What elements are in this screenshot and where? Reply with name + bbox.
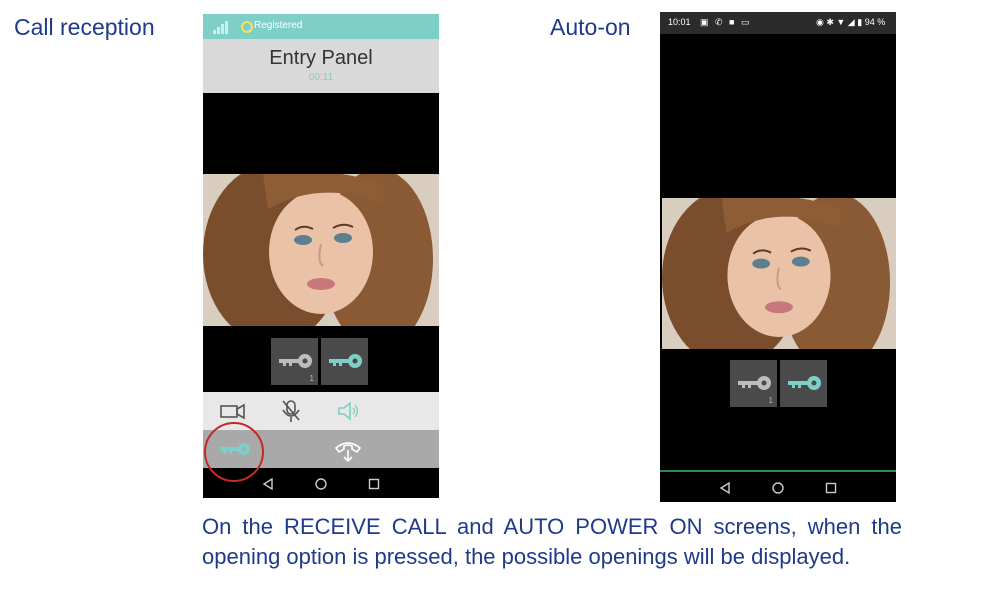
recents-icon[interactable]	[367, 477, 381, 491]
key-icon	[738, 376, 771, 390]
status-bar: Registered	[203, 14, 439, 39]
door-number: 1	[309, 374, 314, 383]
door-2-button[interactable]	[321, 338, 368, 385]
registration-status-icon	[241, 21, 253, 33]
back-icon[interactable]	[261, 477, 275, 491]
door-number: 1	[768, 396, 773, 405]
speaker-icon[interactable]	[335, 398, 363, 424]
status-bar: 10:01 ▣ ✆ ■ ▭ ◉ ✱ ▼ ◢ ▮ 94 %	[660, 12, 896, 34]
signal-icon	[213, 20, 229, 34]
recents-icon[interactable]	[824, 481, 838, 495]
key-icon	[279, 354, 312, 368]
android-nav-bar	[660, 472, 896, 502]
call-timer: 00:11	[308, 72, 334, 83]
door-2-button[interactable]	[780, 360, 827, 407]
android-nav-bar	[203, 468, 439, 498]
door-1-button[interactable]: 1	[730, 360, 777, 407]
call-header: Entry Panel 00:11	[203, 39, 439, 93]
back-icon[interactable]	[718, 481, 732, 495]
caption-auto-on: Auto-on	[550, 14, 631, 40]
footer-description: On the RECEIVE CALL and AUTO POWER ON sc…	[202, 514, 902, 569]
system-status-icons: ◉ ✱ ▼ ◢ ▮ 94 %	[816, 17, 886, 27]
home-icon[interactable]	[771, 481, 785, 495]
key-icon	[788, 376, 821, 390]
open-door-key-icon[interactable]	[208, 432, 258, 466]
auto-on-screen: 10:01 ▣ ✆ ■ ▭ ◉ ✱ ▼ ◢ ▮ 94 % 1	[660, 12, 896, 502]
camera-icon[interactable]	[219, 398, 247, 424]
key-icon	[329, 354, 362, 368]
battery-percent: 94 %	[864, 17, 886, 27]
registration-status-text: Registered	[254, 20, 303, 31]
microphone-muted-icon[interactable]	[277, 398, 305, 424]
video-feed	[662, 198, 896, 349]
call-toolbar	[203, 392, 439, 430]
video-feed	[203, 174, 439, 326]
caller-name: Entry Panel	[269, 47, 373, 69]
door-1-button[interactable]: 1	[271, 338, 318, 385]
hang-up-icon[interactable]	[333, 436, 363, 464]
call-actions	[203, 430, 439, 468]
caption-call-reception: Call reception	[14, 14, 155, 40]
home-icon[interactable]	[314, 477, 328, 491]
notification-icons: ▣ ✆ ■ ▭	[700, 17, 752, 27]
status-time: 10:01	[668, 17, 691, 27]
call-reception-screen: Registered Entry Panel 00:11 1	[203, 14, 439, 498]
